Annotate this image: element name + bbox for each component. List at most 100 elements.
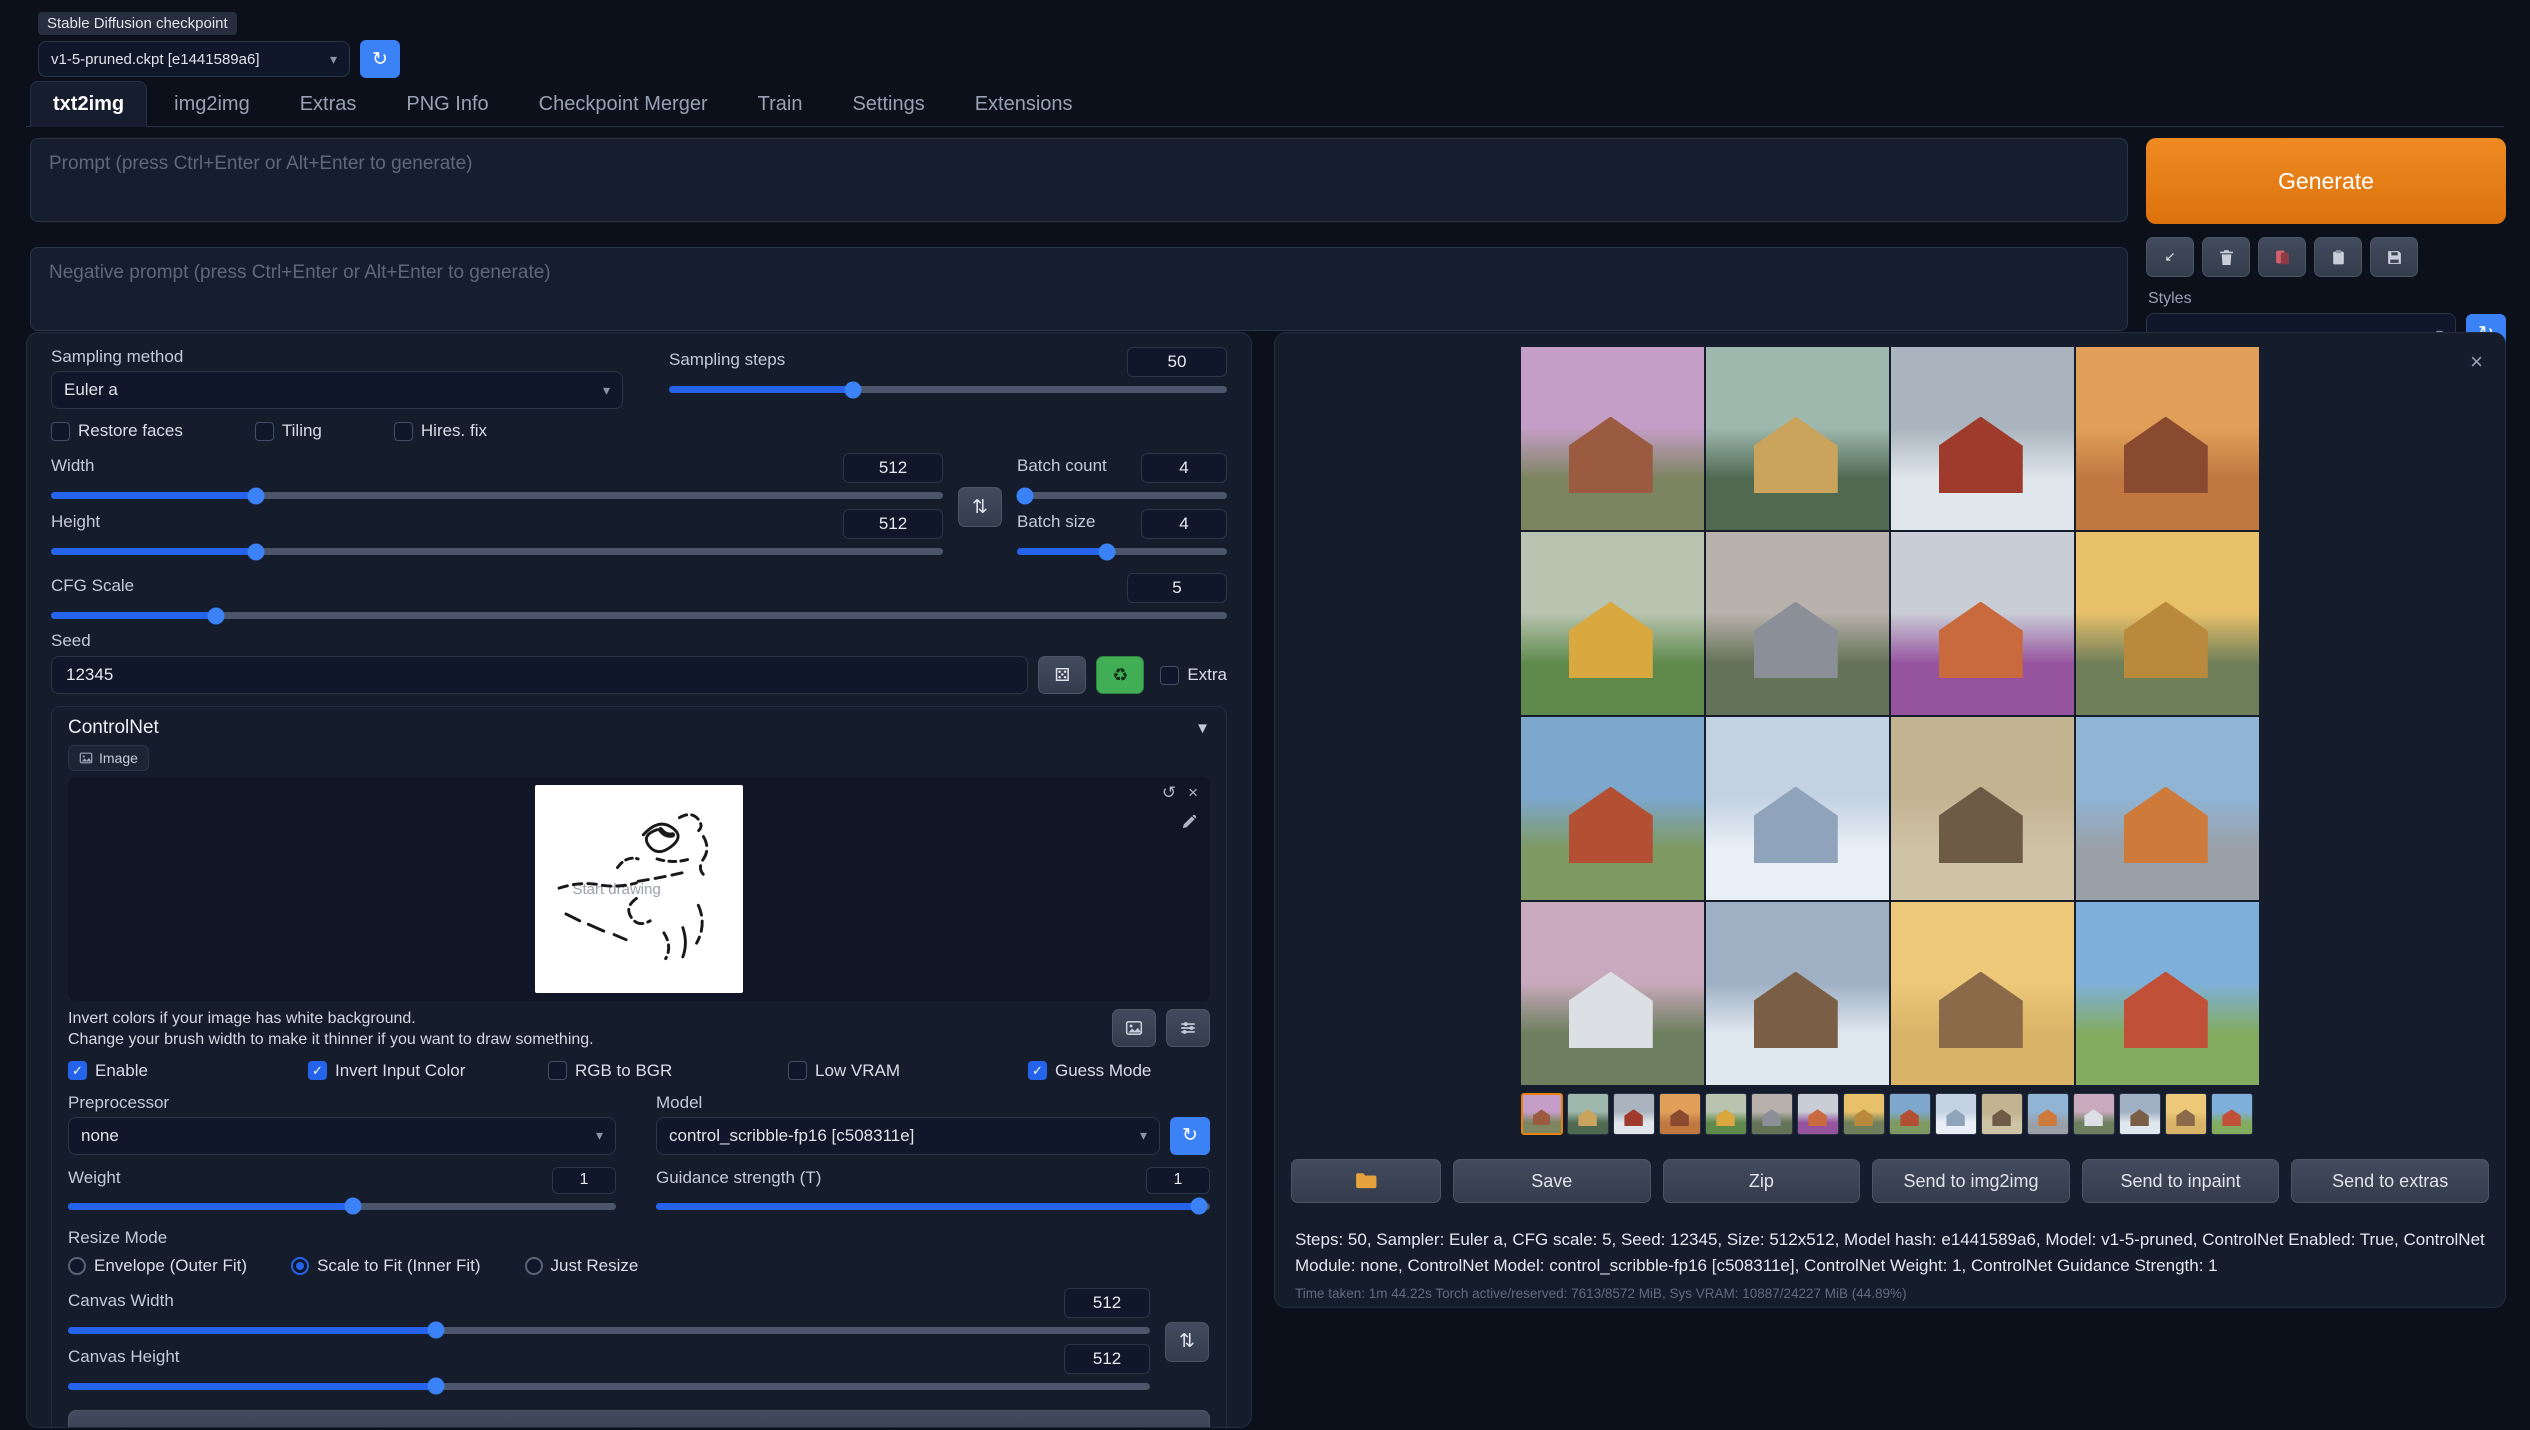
gallery-thumbnail[interactable]: [1567, 1093, 1609, 1135]
gallery-thumbnail[interactable]: [2211, 1093, 2253, 1135]
controlnet-enable-checkbox[interactable]: Enable: [68, 1061, 308, 1081]
send-to-extras-button[interactable]: Send to extras: [2291, 1159, 2489, 1203]
prompt-input[interactable]: [30, 138, 2128, 222]
send-to-inpaint-button[interactable]: Send to inpaint: [2082, 1159, 2280, 1203]
extra-seed-checkbox[interactable]: Extra: [1160, 665, 1227, 685]
undo-icon[interactable]: ↺: [1162, 783, 1176, 803]
brush-tool[interactable]: [1181, 815, 1196, 835]
guess-mode-checkbox[interactable]: Guess Mode: [1028, 1061, 1151, 1081]
gallery-thumbnail[interactable]: [1659, 1093, 1701, 1135]
negative-prompt-input[interactable]: [30, 247, 2128, 331]
controlnet-model-dropdown[interactable]: control_scribble-fp16 [c508311e] ▾: [656, 1117, 1160, 1155]
controlnet-image-tab[interactable]: Image: [68, 745, 149, 771]
canvas-width-slider[interactable]: [68, 1327, 1150, 1334]
gallery-image[interactable]: [1891, 347, 2074, 530]
gallery-image[interactable]: [1706, 532, 1889, 715]
tab-train[interactable]: Train: [735, 81, 826, 127]
checkpoint-dropdown[interactable]: v1-5-pruned.ckpt [e1441589a6] ▾: [38, 41, 350, 77]
batch-count-slider[interactable]: [1017, 492, 1227, 499]
guidance-strength-slider[interactable]: [656, 1203, 1210, 1210]
low-vram-checkbox[interactable]: Low VRAM: [788, 1061, 1028, 1081]
clear-prompt-button[interactable]: [2202, 237, 2250, 277]
canvas-settings-button[interactable]: [1166, 1009, 1210, 1047]
open-folder-button[interactable]: [1291, 1159, 1441, 1203]
sampling-steps-slider[interactable]: [669, 386, 1227, 393]
rgb-to-bgr-checkbox[interactable]: RGB to BGR: [548, 1061, 788, 1081]
canvas-height-slider[interactable]: [68, 1383, 1150, 1390]
hires-fix-checkbox[interactable]: Hires. fix: [394, 421, 487, 441]
tab-txt2img[interactable]: txt2img: [30, 81, 147, 127]
gallery-image[interactable]: [2076, 902, 2259, 1085]
gallery-image[interactable]: [1891, 902, 2074, 1085]
gallery-image[interactable]: [1521, 902, 1704, 1085]
refresh-checkpoint-button[interactable]: ↻: [360, 40, 400, 78]
batch-size-slider[interactable]: [1017, 548, 1227, 555]
controlnet-image-area[interactable]: Start drawing: [68, 777, 1210, 1001]
gallery-thumbnail[interactable]: [1981, 1093, 2023, 1135]
gallery-image[interactable]: [1521, 717, 1704, 900]
gallery-image[interactable]: [2076, 532, 2259, 715]
apply-style-button[interactable]: [2314, 237, 2362, 277]
generate-button[interactable]: Generate: [2146, 138, 2506, 224]
gallery-thumbnail[interactable]: [1705, 1093, 1747, 1135]
create-blank-canvas-button[interactable]: [68, 1410, 1210, 1428]
gallery-thumbnail[interactable]: [1935, 1093, 1977, 1135]
zip-button[interactable]: Zip: [1663, 1159, 1861, 1203]
save-button[interactable]: Save: [1453, 1159, 1651, 1203]
canvas-height-value[interactable]: 512: [1064, 1344, 1150, 1374]
close-gallery-icon[interactable]: ×: [2470, 349, 2483, 375]
controlnet-drawing-canvas[interactable]: Start drawing: [535, 785, 743, 993]
canvas-width-value[interactable]: 512: [1064, 1288, 1150, 1318]
gallery-image[interactable]: [2076, 347, 2259, 530]
weight-slider[interactable]: [68, 1203, 616, 1210]
gallery-thumbnail[interactable]: [2119, 1093, 2161, 1135]
sampling-method-dropdown[interactable]: Euler a ▾: [51, 371, 623, 409]
cfg-scale-slider[interactable]: [51, 612, 1227, 619]
gallery-image[interactable]: [1706, 347, 1889, 530]
tab-settings[interactable]: Settings: [829, 81, 947, 127]
refresh-models-button[interactable]: ↻: [1170, 1117, 1210, 1155]
save-style-button[interactable]: [2370, 237, 2418, 277]
restore-faces-checkbox[interactable]: Restore faces: [51, 421, 183, 441]
tab-extras[interactable]: Extras: [277, 81, 380, 127]
gallery-thumbnail[interactable]: [2165, 1093, 2207, 1135]
extra-networks-button[interactable]: [2258, 237, 2306, 277]
gallery-thumbnail[interactable]: [1521, 1093, 1563, 1135]
gallery-image[interactable]: [1521, 532, 1704, 715]
cfg-scale-value[interactable]: 5: [1127, 573, 1227, 603]
send-to-img2img-button[interactable]: Send to img2img: [1872, 1159, 2070, 1203]
paste-params-button[interactable]: ↙: [2146, 237, 2194, 277]
gallery-image[interactable]: [1706, 717, 1889, 900]
height-value[interactable]: 512: [843, 509, 943, 539]
gallery-thumbnail[interactable]: [2027, 1093, 2069, 1135]
width-value[interactable]: 512: [843, 453, 943, 483]
gallery-thumbnail[interactable]: [1889, 1093, 1931, 1135]
resize-mode-envelope-radio[interactable]: Envelope (Outer Fit): [68, 1256, 247, 1276]
swap-width-height-button[interactable]: ⇅: [958, 487, 1002, 527]
open-image-button[interactable]: [1112, 1009, 1156, 1047]
gallery-thumbnail[interactable]: [1751, 1093, 1793, 1135]
gallery-image[interactable]: [2076, 717, 2259, 900]
height-slider[interactable]: [51, 548, 943, 555]
tab-img2img[interactable]: img2img: [151, 81, 273, 127]
gallery-image[interactable]: [1521, 347, 1704, 530]
width-slider[interactable]: [51, 492, 943, 499]
tab-png-info[interactable]: PNG Info: [383, 81, 511, 127]
guidance-strength-value[interactable]: 1: [1146, 1167, 1210, 1194]
gallery-image[interactable]: [1891, 717, 2074, 900]
resize-mode-scale-to-fit-radio[interactable]: Scale to Fit (Inner Fit): [291, 1256, 480, 1276]
preprocessor-dropdown[interactable]: none ▾: [68, 1117, 616, 1155]
gallery-thumbnail[interactable]: [1843, 1093, 1885, 1135]
gallery-thumbnail[interactable]: [2073, 1093, 2115, 1135]
controlnet-header[interactable]: ControlNet ▼: [68, 717, 1210, 739]
gallery-thumbnail[interactable]: [1797, 1093, 1839, 1135]
invert-input-color-checkbox[interactable]: Invert Input Color: [308, 1061, 548, 1081]
tab-extensions[interactable]: Extensions: [952, 81, 1096, 127]
gallery-thumbnail[interactable]: [1613, 1093, 1655, 1135]
sampling-steps-value[interactable]: 50: [1127, 347, 1227, 377]
gallery-image[interactable]: [1891, 532, 2074, 715]
reuse-seed-button[interactable]: ♻: [1096, 656, 1144, 694]
swap-canvas-dimensions-button[interactable]: ⇅: [1165, 1322, 1209, 1362]
random-seed-button[interactable]: ⚄: [1038, 656, 1086, 694]
gallery-image[interactable]: [1706, 902, 1889, 1085]
